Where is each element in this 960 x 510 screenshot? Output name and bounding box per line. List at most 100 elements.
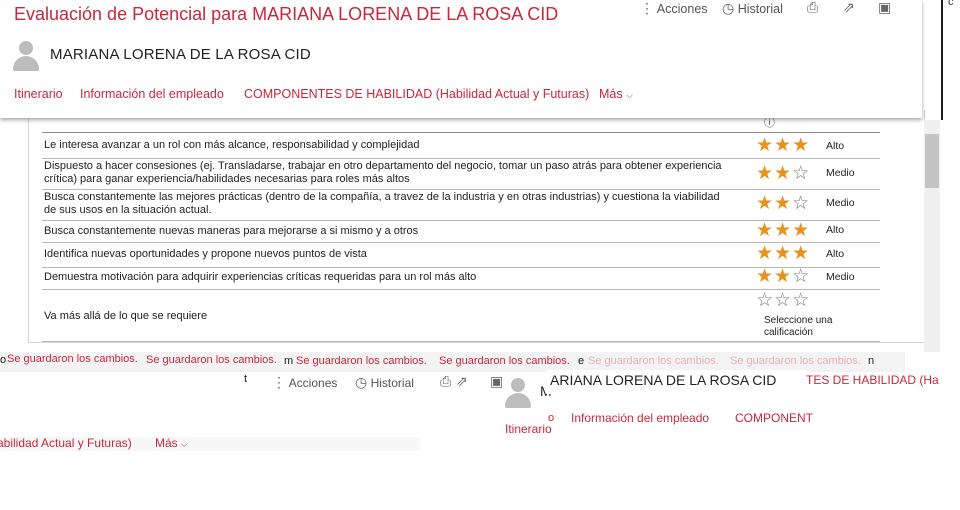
tab-more-label: Más <box>599 87 623 101</box>
star-empty-icon[interactable]: ☆ <box>774 290 792 311</box>
star-filled-icon[interactable]: ★ <box>756 220 774 241</box>
ghost-tab-more[interactable]: Más ⌵ <box>155 436 188 450</box>
rating-level-label: Medio <box>826 197 855 209</box>
window-edge <box>941 0 943 120</box>
employee-name: MARIANA LORENA DE LA ROSA CID <box>50 46 311 63</box>
ghost-tab-employee-info[interactable]: Información del empleado <box>571 411 709 425</box>
tab-skill-components[interactable]: COMPONENTES DE HABILIDAD (Habilidad Actu… <box>244 87 589 101</box>
ghost-history-button[interactable]: ◷ Historial <box>355 374 414 391</box>
avatar <box>12 40 40 72</box>
more-vertical-icon: ⋮ <box>272 374 286 390</box>
star-rating[interactable]: ★★☆ <box>756 194 810 213</box>
star-rating[interactable]: ★★☆ <box>756 164 810 183</box>
table-row: Identifica nuevas oportunidades y propon… <box>42 242 880 268</box>
chevron-down-icon: ⌵ <box>181 439 188 449</box>
ghost-tab-itinerario[interactable]: Itinerario <box>505 422 552 436</box>
save-icon[interactable]: ▣ <box>490 373 503 390</box>
star-filled-icon[interactable]: ★ <box>774 243 792 264</box>
criterion-text: Identifica nuevas oportunidades y propon… <box>44 248 367 260</box>
ghost-actions-button[interactable]: ⋮ Acciones <box>272 374 337 391</box>
star-empty-icon[interactable]: ☆ <box>792 290 810 311</box>
page-title: Evaluación de Potencial para MARIANA LOR… <box>14 4 559 24</box>
ghost-tab-overflow[interactable]: abilidad Actual y Futuras) <box>0 436 132 450</box>
table-row: Busca constantemente las mejores práctic… <box>42 189 880 221</box>
table-row: Demuestra motivación para adquirir exper… <box>42 267 880 290</box>
tab-more[interactable]: Más ⌵ <box>599 87 633 101</box>
toast-message: Se guardaron los cambios. <box>7 353 138 365</box>
rating-level-label: Medio <box>826 167 855 179</box>
star-rating[interactable]: ☆☆☆ <box>756 291 810 310</box>
actions-button[interactable]: ⋮ Acciones <box>640 0 708 17</box>
star-filled-icon[interactable]: ★ <box>774 220 792 241</box>
toast-message: Se guardaron los cambios. <box>146 354 277 366</box>
star-filled-icon[interactable]: ★ <box>756 243 774 264</box>
table-row: Dispuesto a hacer consesiones (ej. Trans… <box>42 158 880 190</box>
clock-icon: ◷ <box>722 0 735 16</box>
ghost-actions-label: Acciones <box>288 376 338 390</box>
rating-level-label: Medio <box>826 271 855 283</box>
toast-fragment: o <box>0 354 7 366</box>
star-filled-icon[interactable]: ★ <box>774 163 792 184</box>
star-filled-icon[interactable]: ★ <box>774 193 792 214</box>
toast-fragment: m <box>284 355 294 367</box>
scrollbar-thumb[interactable] <box>925 134 939 188</box>
toast-message: Se guardaron los cambios. <box>730 355 861 367</box>
page-header: Evaluación de Potencial para MARIANA LOR… <box>0 0 922 118</box>
star-filled-icon[interactable]: ★ <box>756 135 774 156</box>
toast-message: Se guardaron los cambios. <box>439 355 570 367</box>
star-empty-icon[interactable]: ☆ <box>792 266 810 287</box>
clock-icon: ◷ <box>355 374 368 390</box>
save-icon[interactable]: ▣ <box>878 0 891 16</box>
star-filled-icon[interactable]: ★ <box>774 266 792 287</box>
tab-employee-info[interactable]: Información del empleado <box>80 87 224 101</box>
star-rating[interactable]: ★★★ <box>756 136 810 155</box>
criterion-text: Demuestra motivación para adquirir exper… <box>44 271 477 283</box>
criterion-text: Va más allá de lo que se requiere <box>44 310 208 322</box>
history-label: Historial <box>737 2 783 16</box>
ghost-employee-name: ARIANA LORENA DE LA ROSA CID <box>550 372 777 388</box>
star-filled-icon[interactable]: ★ <box>792 135 810 156</box>
star-filled-icon[interactable]: ★ <box>756 163 774 184</box>
tab-itinerario[interactable]: Itinerario <box>14 87 63 101</box>
actions-label: Acciones <box>656 2 708 16</box>
toast-message: Se guardaron los cambios. <box>588 355 719 367</box>
star-filled-icon[interactable]: ★ <box>792 243 810 264</box>
ghost-history-label: Historial <box>370 376 414 390</box>
toast-fragment: n <box>868 355 875 367</box>
star-rating[interactable]: ★★☆ <box>756 267 810 286</box>
rating-level-label: Alto <box>826 248 845 260</box>
corner-char: c <box>948 0 954 8</box>
more-vertical-icon: ⋮ <box>640 0 654 16</box>
star-rating[interactable]: ★★★ <box>756 244 810 263</box>
print-icon[interactable]: ⎙ <box>440 373 451 390</box>
toast-fragment: e <box>578 355 585 367</box>
criterion-text: Busca constantemente nuevas maneras para… <box>44 225 419 237</box>
print-icon[interactable]: ⎙ <box>807 0 818 16</box>
criterion-text: Dispuesto a hacer consesiones (ej. Trans… <box>44 160 722 185</box>
criterion-text: Le interesa avanzar a un rol con más alc… <box>44 139 420 151</box>
criterion-text: Busca constantemente las mejores práctic… <box>44 191 720 216</box>
table-row: Le interesa avanzar a un rol con más alc… <box>42 133 880 159</box>
star-empty-icon[interactable]: ☆ <box>792 193 810 214</box>
export-pdf-icon[interactable]: ⇗ <box>843 0 855 16</box>
ghost-tab-components[interactable]: COMPONENT <box>735 411 813 425</box>
star-rating[interactable]: ★★★ <box>756 221 810 240</box>
star-filled-icon[interactable]: ★ <box>756 193 774 214</box>
rating-level-label: Alto <box>826 224 845 236</box>
rating-level-label: Alto <box>826 140 845 152</box>
star-empty-icon[interactable]: ☆ <box>756 290 774 311</box>
ghost-avatar <box>504 377 532 409</box>
table-row: Busca constantemente nuevas maneras para… <box>42 220 880 243</box>
history-button[interactable]: ◷ Historial <box>722 0 783 17</box>
toast-message: Se guardaron los cambios. <box>296 355 427 367</box>
star-filled-icon[interactable]: ★ <box>756 266 774 287</box>
star-filled-icon[interactable]: ★ <box>792 220 810 241</box>
ghost-fragment: t <box>244 373 248 385</box>
rating-level-label: Seleccione una calificación <box>764 315 833 338</box>
export-pdf-icon[interactable]: ⇗ <box>456 373 468 390</box>
ghost-tab-skill-components[interactable]: TES DE HABILIDAD (Ha <box>806 373 939 387</box>
ghost-tab-more-label: Más <box>155 436 178 450</box>
star-filled-icon[interactable]: ★ <box>774 135 792 156</box>
chevron-down-icon: ⌵ <box>626 90 633 100</box>
star-empty-icon[interactable]: ☆ <box>792 163 810 184</box>
